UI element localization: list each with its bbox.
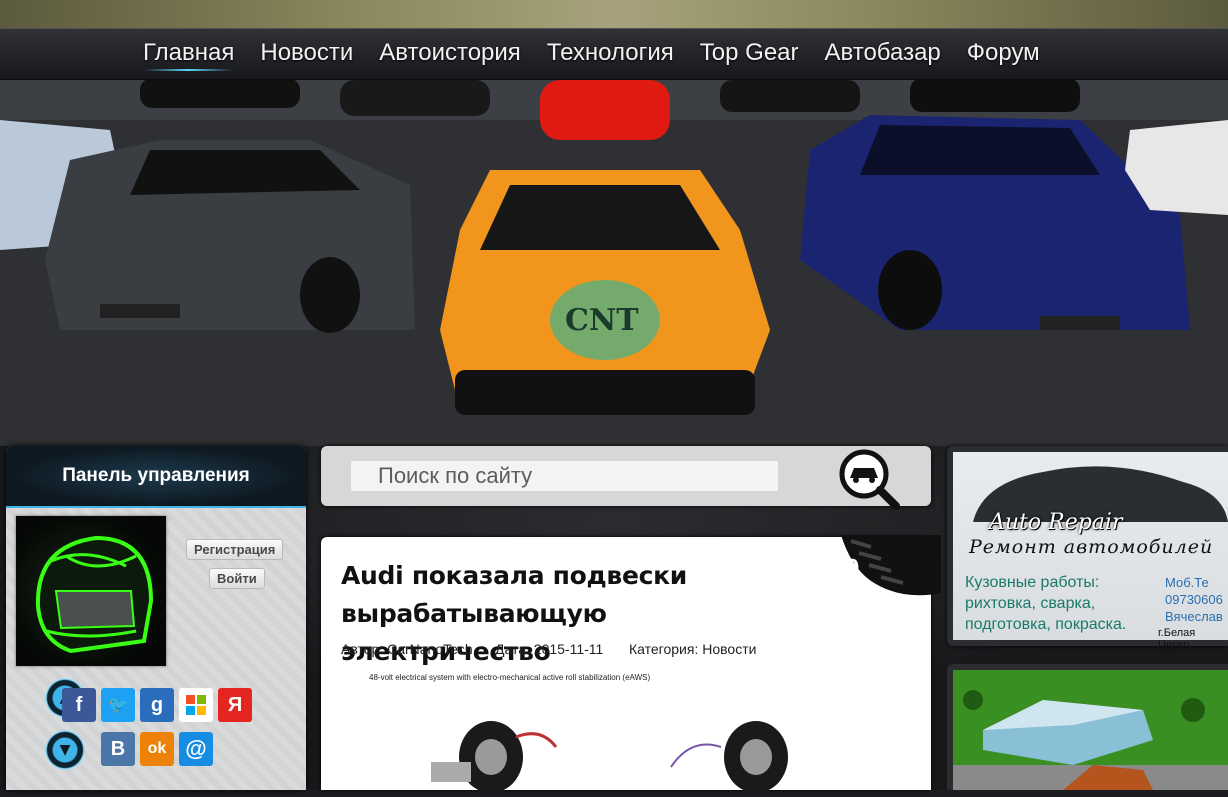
category-value[interactable]: Новости (702, 641, 756, 657)
author-label: Автор: (341, 641, 384, 657)
nav-item-home[interactable]: Главная (130, 29, 247, 79)
mail-icon[interactable]: @ (179, 732, 213, 766)
search-bar (321, 446, 931, 510)
auto-repair-contact: Моб.Те 09730606 Вячеслав (1165, 574, 1223, 625)
auto-repair-services: Кузовные работы: рихтовка, сварка, подго… (965, 572, 1126, 635)
contact-name: Вячеслав (1165, 609, 1223, 624)
figure-caption: 48-volt electrical system with electro-m… (369, 673, 651, 682)
nav-item-news[interactable]: Новости (247, 29, 366, 79)
service-line: подготовка, покраска. (965, 616, 1127, 633)
odnoklassniki-icon[interactable]: ok (140, 732, 174, 766)
control-panel: Панель управления Регистрация Войти ▲ ▼ … (6, 446, 306, 790)
suspension-figure (431, 721, 788, 793)
date-label: Дата: (495, 641, 530, 657)
twitter-icon[interactable]: 🐦 (101, 688, 135, 722)
control-panel-header: Панель управления (6, 446, 306, 508)
article-author: Автор: CarNanoTech (341, 641, 473, 657)
facebook-icon[interactable]: f (62, 688, 96, 722)
auto-repair-city: г.Белая Церко (1158, 627, 1196, 651)
top-strip (0, 0, 1228, 28)
game-ad-image (953, 670, 1228, 790)
nav-item-autohistory[interactable]: Автоистория (366, 29, 534, 79)
article-date: Дата: 2015-11-11 (495, 641, 603, 657)
search-car-icon (839, 449, 900, 510)
city-building-illustration (953, 670, 1228, 790)
search-input[interactable] (351, 461, 778, 491)
nav-item-autobazaar[interactable]: Автобазар (812, 29, 954, 79)
scroll-down-button[interactable]: ▼ (45, 730, 85, 770)
game-ad[interactable] (947, 664, 1228, 790)
nav-item-top-gear[interactable]: Top Gear (687, 29, 812, 79)
login-button[interactable]: Войти (209, 568, 265, 589)
main-nav: Главная Новости Автоистория Технология T… (0, 28, 1228, 80)
comment-count[interactable]: 0 (845, 553, 859, 584)
service-line: рихтовка, сварка, (965, 595, 1096, 612)
service-line: Кузовные работы: (965, 574, 1100, 591)
search-button[interactable] (836, 446, 900, 510)
author-value[interactable]: CarNanoTech (387, 641, 473, 657)
vk-icon[interactable]: B (101, 732, 135, 766)
windows-icon[interactable] (179, 688, 213, 722)
arrow-down-icon: ▼ (59, 742, 71, 758)
phone-number: 09730606 (1165, 592, 1223, 607)
auto-repair-logo: Auto Repair (989, 510, 1123, 535)
nav-item-technology[interactable]: Технология (534, 29, 687, 79)
category-label: Категория: (629, 641, 699, 657)
phone-label: Моб.Те (1165, 575, 1209, 590)
auto-repair-ad-body: Auto Repair Ремонт автомобилей Кузовные … (953, 452, 1228, 651)
article-card: Audi показала подвески вырабатывающую эл… (321, 535, 941, 793)
auto-repair-subtitle: Ремонт автомобилей (969, 536, 1214, 558)
cnt-logo: CNT (565, 303, 639, 338)
article-category: Категория: Новости (629, 641, 756, 657)
auto-repair-ad[interactable]: Auto Repair Ремонт автомобилей Кузовные … (947, 446, 1228, 651)
control-panel-title: Панель управления (62, 465, 250, 486)
date-value: 2015-11-11 (533, 641, 604, 657)
yandex-icon[interactable]: Я (218, 688, 252, 722)
google-icon[interactable]: g (140, 688, 174, 722)
helmet-icon (35, 535, 154, 654)
avatar (16, 516, 166, 666)
register-button[interactable]: Регистрация (186, 539, 284, 560)
nav-item-forum[interactable]: Форум (954, 29, 1053, 79)
